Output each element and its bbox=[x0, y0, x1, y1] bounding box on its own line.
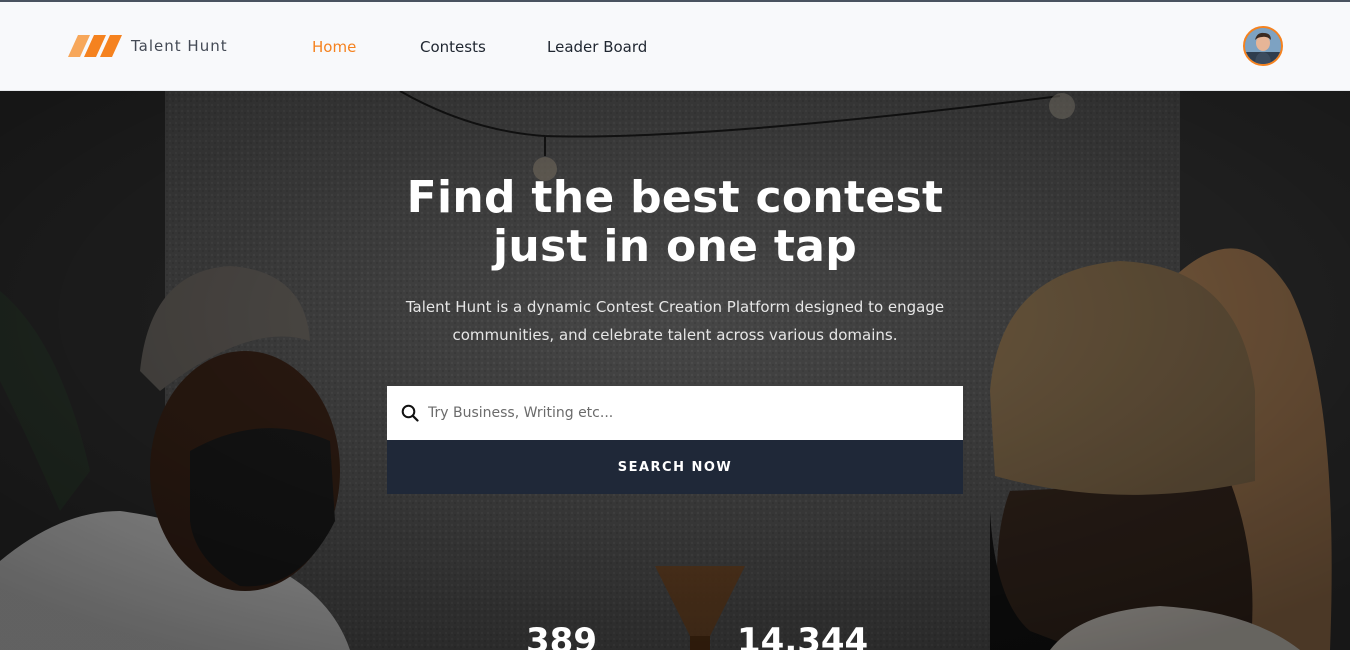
hero-title-line2: just in one tap bbox=[492, 221, 858, 272]
search-box bbox=[387, 386, 963, 440]
search-icon bbox=[401, 404, 419, 422]
navbar: Talent Hunt Home Contests Leader Board bbox=[0, 2, 1350, 91]
user-avatar-icon bbox=[1245, 28, 1281, 64]
hero-title-line1: Find the best contest bbox=[406, 172, 944, 223]
search-now-button[interactable]: SEARCH NOW bbox=[387, 440, 963, 494]
nav-leader-board[interactable]: Leader Board bbox=[547, 38, 647, 56]
brand-name: Talent Hunt bbox=[131, 37, 228, 55]
stat-value-1: 389 bbox=[526, 621, 597, 650]
slanted-stripes-logo-icon bbox=[68, 35, 122, 57]
hero-description-line2: communities, and celebrate talent across… bbox=[452, 326, 898, 344]
nav-contests[interactable]: Contests bbox=[420, 38, 486, 56]
hero-description: Talent Hunt is a dynamic Contest Creatio… bbox=[400, 293, 950, 349]
stat-value-2: 14,344 bbox=[737, 621, 869, 650]
hero-title: Find the best contest just in one tap bbox=[375, 173, 975, 271]
hero-section: Find the best contest just in one tap Ta… bbox=[0, 91, 1350, 650]
search-input[interactable] bbox=[428, 398, 928, 428]
hero-description-line1: Talent Hunt is a dynamic Contest Creatio… bbox=[405, 298, 945, 316]
logo[interactable]: Talent Hunt bbox=[68, 35, 228, 57]
nav-home[interactable]: Home bbox=[312, 38, 356, 56]
user-avatar[interactable] bbox=[1243, 26, 1283, 66]
